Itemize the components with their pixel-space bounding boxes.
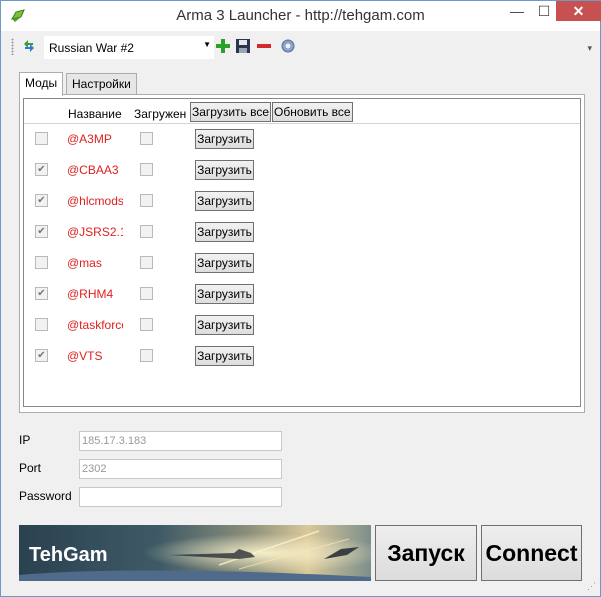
- maximize-button[interactable]: ☐: [531, 1, 557, 21]
- table-row: @A3MP Загрузить: [24, 124, 580, 155]
- tehgam-banner[interactable]: TehGam: [19, 525, 371, 581]
- mod-loaded-checkbox: [140, 256, 153, 269]
- load-mod-button[interactable]: Загрузить: [195, 160, 254, 180]
- column-header-name: Название: [68, 107, 122, 121]
- column-header-loaded: Загружен: [134, 107, 187, 121]
- mod-loaded-checkbox: [140, 132, 153, 145]
- mod-enabled-checkbox[interactable]: [35, 256, 48, 269]
- banner-text: TehGam: [29, 544, 108, 566]
- load-mod-button[interactable]: Загрузить: [195, 222, 254, 242]
- chevron-down-icon[interactable]: ▼: [203, 40, 211, 49]
- tab-mods[interactable]: Моды: [19, 72, 64, 96]
- load-mod-button[interactable]: Загрузить: [195, 346, 254, 366]
- load-all-button[interactable]: Загрузить все: [190, 102, 272, 122]
- tab-settings[interactable]: Настройки: [66, 73, 137, 95]
- load-mod-button[interactable]: Загрузить: [195, 315, 254, 335]
- ip-label: IP: [19, 433, 31, 447]
- mod-loaded-checkbox: [140, 318, 153, 331]
- banner-image: TehGam: [19, 525, 371, 581]
- resize-grip-icon[interactable]: ⋰: [587, 581, 596, 592]
- mod-enabled-checkbox[interactable]: [35, 132, 48, 145]
- password-label: Password: [19, 489, 72, 503]
- table-row: ✔ @RHM4 Загрузить: [24, 279, 580, 310]
- mod-name: @RHM4: [67, 287, 114, 301]
- mods-panel: Название Загружен Загрузить все Обновить…: [19, 94, 585, 413]
- mod-name: @VTS: [67, 349, 103, 363]
- mod-loaded-checkbox: [140, 349, 153, 362]
- mod-enabled-checkbox[interactable]: ✔: [35, 194, 48, 207]
- mod-name: @JSRS2.1: [67, 225, 123, 239]
- mod-enabled-checkbox[interactable]: ✔: [35, 163, 48, 176]
- preset-select[interactable]: Russian War #2 ▼: [44, 36, 214, 59]
- load-mod-button[interactable]: Загрузить: [195, 129, 254, 149]
- mod-name: @taskforce: [67, 318, 123, 332]
- refresh-all-button[interactable]: Обновить все: [272, 102, 353, 122]
- load-mod-button[interactable]: Загрузить: [195, 191, 254, 211]
- table-row: ✔ @CBAA3 Загрузить: [24, 155, 580, 186]
- title-bar: Arma 3 Launcher - http://tehgam.com — ☐ …: [1, 1, 601, 31]
- table-row: ✔ @JSRS2.1 Загрузить: [24, 217, 580, 248]
- add-icon[interactable]: [215, 38, 231, 54]
- remove-icon[interactable]: [256, 38, 272, 54]
- load-mod-button[interactable]: Загрузить: [195, 253, 254, 273]
- mod-name: @hlcmods: [67, 194, 123, 208]
- launcher-window: Arma 3 Launcher - http://tehgam.com — ☐ …: [0, 0, 601, 597]
- minimize-button[interactable]: —: [504, 1, 530, 21]
- mod-name: @CBAA3: [67, 163, 119, 177]
- toolbar-overflow-icon[interactable]: ▾: [587, 43, 592, 54]
- mod-loaded-checkbox: [140, 163, 153, 176]
- table-row: ✔ @VTS Загрузить: [24, 341, 580, 372]
- port-field[interactable]: [79, 459, 282, 479]
- ip-field[interactable]: [79, 431, 282, 451]
- toolbar: Russian War #2 ▼ ▾: [8, 33, 598, 60]
- port-label: Port: [19, 461, 42, 475]
- mod-loaded-checkbox: [140, 225, 153, 238]
- table-row: @mas Загрузить: [24, 248, 580, 279]
- refresh-icon[interactable]: [21, 38, 37, 54]
- mod-enabled-checkbox[interactable]: [35, 318, 48, 331]
- toolbar-grip[interactable]: [11, 38, 14, 55]
- mod-enabled-checkbox[interactable]: ✔: [35, 225, 48, 238]
- load-mod-button[interactable]: Загрузить: [195, 284, 254, 304]
- mod-name: @A3MP: [67, 132, 112, 146]
- password-field[interactable]: [79, 487, 282, 507]
- launch-button[interactable]: Запуск: [375, 525, 477, 581]
- mod-name: @mas: [67, 256, 102, 270]
- mod-loaded-checkbox: [140, 287, 153, 300]
- close-button[interactable]: ✕: [556, 1, 601, 21]
- settings-icon[interactable]: [280, 38, 296, 54]
- table-row: ✔ @hlcmods Загрузить: [24, 186, 580, 217]
- mods-table: Название Загружен Загрузить все Обновить…: [23, 98, 581, 407]
- connect-button[interactable]: Connect: [481, 525, 582, 581]
- table-row: @taskforce Загрузить: [24, 310, 580, 341]
- mod-loaded-checkbox: [140, 194, 153, 207]
- mod-enabled-checkbox[interactable]: ✔: [35, 287, 48, 300]
- mod-enabled-checkbox[interactable]: ✔: [35, 349, 48, 362]
- save-icon[interactable]: [235, 38, 251, 54]
- preset-select-value: Russian War #2: [49, 41, 134, 55]
